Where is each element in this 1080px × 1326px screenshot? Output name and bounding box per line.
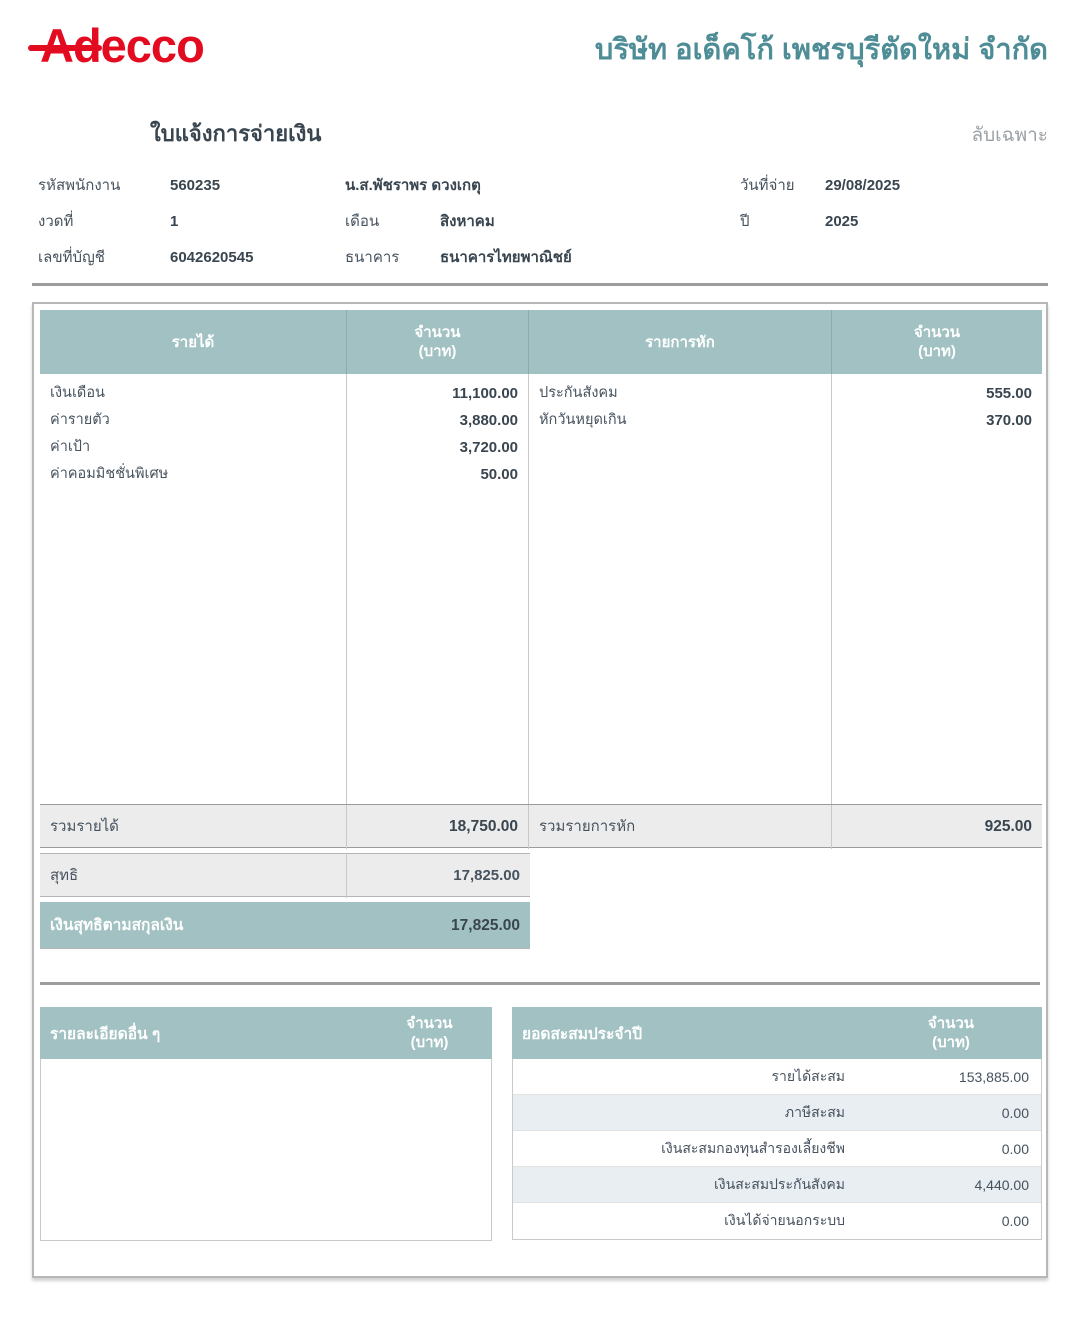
ytd-row: เงินได้จ่ายนอกระบบ 0.00 (513, 1203, 1041, 1239)
pay-date-value: 29/08/2025 (825, 176, 901, 194)
payslip-body-box: รายได้ จำนวน (บาท) รายการหัก จำนวน (บาท)… (32, 302, 1048, 1278)
ytd-header: ยอดสะสมประจำปี จำนวน (บาท) (512, 1007, 1042, 1059)
employee-info: รหัสพนักงาน 560235 น.ส.พัชราพร ดวงเกตุ ว… (38, 167, 1048, 275)
bottom-section: รายละเอียดอื่น ๆ จำนวน (บาท) ยอดสะสมประจ… (40, 1007, 1042, 1241)
ytd-row-value: 0.00 (1001, 1213, 1029, 1229)
payment-table-body: เงินเดือน ค่ารายตัว ค่าเป้า ค่าคอมมิชชั่… (40, 374, 1042, 804)
ytd-title: ยอดสะสมประจำปี (522, 1025, 643, 1043)
deduction-total-label: รวมรายการหัก (529, 805, 832, 849)
employee-id-value: 560235 (170, 176, 221, 194)
deduction-item-amount: 555.00 (986, 385, 1032, 402)
ytd-row-value: 153,885.00 (958, 1068, 1029, 1085)
payment-table-header: รายได้ จำนวน (บาท) รายการหัก จำนวน (บาท) (40, 310, 1042, 374)
amount-header-line1: จำนวน (927, 1015, 975, 1032)
income-item-label: ค่าเป้า (50, 439, 91, 455)
amount-header-line2: (บาท) (410, 1034, 449, 1051)
income-labels-column: เงินเดือน ค่ารายตัว ค่าเป้า ค่าคอมมิชชั่… (40, 374, 347, 804)
net-currency-row: เงินสุทธิตามสกุลเงิน 17,825.00 (40, 902, 530, 949)
income-item-amount: 11,100.00 (452, 385, 518, 402)
income-item-label: เงินเดือน (50, 385, 105, 401)
payment-table: รายได้ จำนวน (บาท) รายการหัก จำนวน (บาท)… (40, 310, 1042, 949)
other-details-amount-header: จำนวน (บาท) (367, 1014, 492, 1052)
ytd-row-value: 4,440.00 (974, 1176, 1030, 1193)
income-item-amount: 50.00 (480, 466, 518, 483)
amount-header-line2: (บาท) (932, 1034, 970, 1051)
net-value: 17,825.00 (453, 867, 520, 884)
bank-value: ธนาคารไทยพาณิชย์ (440, 249, 572, 266)
year-label: ปี (740, 213, 750, 230)
bank-label: ธนาคาร (345, 249, 400, 266)
document-title: ใบแจ้งการจ่ายเงิน (150, 121, 322, 146)
ytd-row-label: ภาษีสะสม (784, 1103, 845, 1120)
income-total-label: รวมรายได้ (40, 805, 347, 849)
header-divider (32, 283, 1048, 286)
totals-row: รวมรายได้ 18,750.00 รวมรายการหัก 925.00 (40, 804, 1042, 849)
amount-header-line1: จำนวน (414, 324, 461, 341)
month-value: สิงหาคม (440, 213, 495, 230)
ytd-table: ยอดสะสมประจำปี จำนวน (บาท) รายได้สะสม 15… (512, 1007, 1042, 1241)
amount-header-line1: จำนวน (913, 324, 961, 341)
ytd-row-label: เงินสะสมประกันสังคม (714, 1175, 845, 1192)
amount-header-line2: (บาท) (418, 343, 457, 360)
other-details-title: รายละเอียดอื่น ๆ (50, 1025, 161, 1043)
confidential-label: ลับเฉพาะ (971, 125, 1048, 146)
ytd-row-label: เงินได้จ่ายนอกระบบ (724, 1212, 845, 1228)
income-item-amount: 3,720.00 (459, 439, 518, 456)
ytd-row-value: 0.00 (1001, 1140, 1029, 1157)
deduction-amount-column-header: จำนวน (บาท) (832, 310, 1042, 374)
ytd-row: เงินสะสมประกันสังคม 4,440.00 (513, 1167, 1041, 1203)
income-amounts-column: 11,100.00 3,880.00 3,720.00 50.00 (347, 374, 529, 804)
ytd-row-label: เงินสะสมกองทุนสำรองเลี้ยงชีพ (661, 1139, 845, 1156)
ytd-row: ภาษีสะสม 0.00 (513, 1095, 1041, 1131)
other-details-header: รายละเอียดอื่น ๆ จำนวน (บาท) (40, 1007, 492, 1059)
payslip-page: Adecco บริษัท อเด็คโก้ เพชรบุรีตัดใหม่ จ… (0, 0, 1080, 1326)
other-details-table: รายละเอียดอื่น ๆ จำนวน (บาท) (40, 1007, 492, 1241)
income-total-value: 18,750.00 (347, 805, 529, 849)
amount-header-line1: จำนวน (406, 1015, 453, 1032)
employee-name-value: น.ส.พัชราพร ดวงเกตุ (345, 177, 481, 194)
deduction-amounts-column: 555.00 370.00 (832, 374, 1042, 804)
deduction-item-label: ประกันสังคม (539, 385, 618, 401)
deduction-labels-column: ประกันสังคม หักวันหยุดเกิน (529, 374, 832, 804)
period-label: งวดที่ (38, 213, 74, 230)
adecco-logo: Adecco (28, 16, 205, 76)
net-label: สุทธิ (40, 854, 347, 898)
period-value: 1 (170, 212, 179, 230)
section-divider (40, 982, 1040, 985)
deduction-item-amount: 370.00 (986, 412, 1032, 429)
year-value: 2025 (825, 212, 859, 230)
ytd-body: รายได้สะสม 153,885.00 ภาษีสะสม 0.00 เงิน… (512, 1059, 1042, 1240)
ytd-row: รายได้สะสม 153,885.00 (513, 1059, 1041, 1095)
pay-date-label: วันที่จ่าย (740, 177, 795, 194)
brand-header: Adecco บริษัท อเด็คโก้ เพชรบุรีตัดใหม่ จ… (28, 0, 1048, 76)
income-item-amount: 3,880.00 (459, 412, 518, 429)
company-name: บริษัท อเด็คโก้ เพชรบุรีตัดใหม่ จำกัด (594, 34, 1048, 66)
title-row: ใบแจ้งการจ่ายเงิน ลับเฉพาะ (32, 116, 1048, 151)
amount-header-line2: (บาท) (918, 343, 956, 360)
account-label: เลขที่บัญชี (38, 249, 105, 266)
income-item-label: ค่ารายตัว (50, 412, 110, 428)
income-amount-column-header: จำนวน (บาท) (347, 310, 529, 374)
net-currency-value: 17,825.00 (451, 917, 520, 934)
deduction-total-value: 925.00 (984, 818, 1032, 835)
month-label: เดือน (345, 213, 380, 230)
income-column-header: รายได้ (40, 310, 347, 374)
account-value: 6042620545 (170, 248, 254, 266)
deduction-item-label: หักวันหยุดเกิน (539, 412, 627, 428)
employee-id-label: รหัสพนักงาน (38, 177, 121, 194)
deduction-column-header: รายการหัก (529, 310, 832, 374)
income-item-label: ค่าคอมมิชชั่นพิเศษ (50, 466, 169, 482)
ytd-row-value: 0.00 (1001, 1104, 1029, 1121)
ytd-amount-header: จำนวน (บาท) (860, 1014, 1042, 1052)
other-details-body (40, 1059, 492, 1241)
ytd-row-label: รายได้สะสม (771, 1067, 845, 1084)
net-row: สุทธิ 17,825.00 (40, 853, 530, 898)
net-currency-label: เงินสุทธิตามสกุลเงิน (50, 917, 184, 934)
ytd-row: เงินสะสมกองทุนสำรองเลี้ยงชีพ 0.00 (513, 1131, 1041, 1167)
